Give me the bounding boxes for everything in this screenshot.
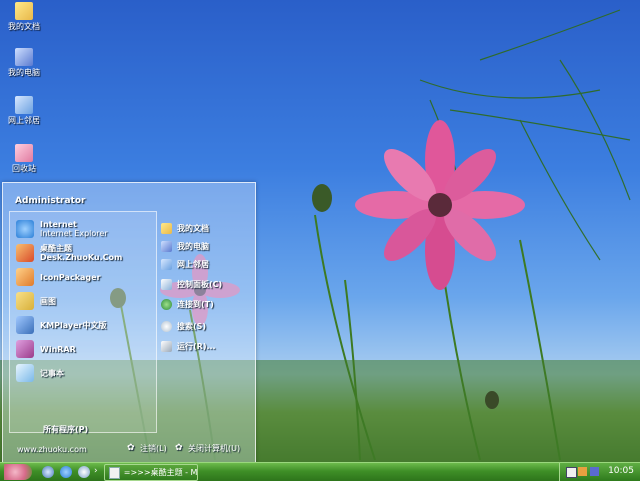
run-icon bbox=[161, 340, 172, 352]
place-control-panel[interactable]: 控制面板(C) bbox=[161, 277, 222, 291]
program-winrar[interactable]: WinRAR bbox=[16, 338, 154, 360]
taskbar: › =>>>桌酷主题 - Mi... 10:05 bbox=[0, 462, 640, 481]
network-icon bbox=[15, 96, 33, 114]
desktop-icon-label: 我的文档 bbox=[8, 22, 40, 31]
notepad-icon bbox=[16, 364, 34, 382]
tray-app-icon[interactable] bbox=[566, 467, 577, 478]
control-panel-icon bbox=[161, 278, 172, 290]
pink-flower bbox=[355, 120, 525, 290]
shutdown-label: 关闭计算机(U) bbox=[188, 444, 241, 453]
place-label: 我的电脑 bbox=[177, 241, 209, 251]
place-label: 连接到(T) bbox=[177, 299, 214, 309]
computer-icon bbox=[161, 240, 172, 252]
places-list: 我的文档 我的电脑 网上邻居 控制面板(C) 连接到(T) 搜索(S) 运行(R… bbox=[155, 211, 249, 431]
program-zhuoku-theme[interactable]: 桌酷主题Desk.ZhuoKu.Com bbox=[16, 242, 154, 264]
place-network[interactable]: 网上邻居 bbox=[161, 257, 209, 271]
desktop-icon-network[interactable]: 网上邻居 bbox=[2, 96, 46, 126]
desktop-icon-label: 网上邻居 bbox=[8, 116, 40, 125]
program-subtitle: Internet Explorer bbox=[40, 229, 108, 238]
desktop-icon-my-documents[interactable]: 我的文档 bbox=[2, 2, 46, 32]
documents-folder-icon bbox=[161, 222, 172, 234]
desktop-icon-my-computer[interactable]: 我的电脑 bbox=[2, 48, 46, 78]
desktop-icon-recycle-bin[interactable]: 回收站 bbox=[2, 144, 46, 174]
winrar-icon bbox=[16, 340, 34, 358]
clock: 10:05 bbox=[608, 466, 634, 476]
start-menu-footer: www.zhuoku.com ✿ 注销(L) ✿ 关闭计算机(U) bbox=[3, 435, 255, 463]
desktop-icon-label: 回收站 bbox=[12, 164, 36, 173]
paint-icon bbox=[16, 292, 34, 310]
program-iconpackager[interactable]: IconPackager bbox=[16, 266, 154, 288]
tray-volume-icon[interactable] bbox=[578, 467, 587, 476]
power-icon: ✿ bbox=[175, 443, 183, 453]
documents-folder-icon bbox=[15, 2, 33, 20]
place-my-documents[interactable]: 我的文档 bbox=[161, 221, 209, 235]
place-label: 运行(R)... bbox=[177, 341, 216, 351]
kmplayer-icon bbox=[16, 316, 34, 334]
network-icon bbox=[161, 258, 172, 270]
taskbar-window-button[interactable]: =>>>桌酷主题 - Mi... bbox=[104, 464, 198, 481]
program-title: Internet bbox=[40, 220, 77, 229]
all-programs-button[interactable]: 所有程序(P) bbox=[43, 424, 88, 435]
place-connect-to[interactable]: 连接到(T) bbox=[161, 297, 214, 311]
recycle-bin-icon bbox=[15, 144, 33, 162]
logoff-label: 注销(L) bbox=[140, 444, 167, 453]
system-tray: 10:05 bbox=[559, 463, 640, 481]
theme-app-icon bbox=[16, 244, 34, 262]
window-icon bbox=[109, 466, 120, 479]
program-title: KMPlayer中文版 bbox=[40, 320, 107, 330]
all-programs-label: 所有程序(P) bbox=[43, 425, 89, 434]
program-title: 桌酷主题Desk.ZhuoKu.Com bbox=[40, 244, 123, 262]
program-title: 记事本 bbox=[40, 368, 64, 378]
site-url: www.zhuoku.com bbox=[17, 445, 87, 454]
flower-bud bbox=[312, 184, 332, 212]
place-label: 搜索(S) bbox=[177, 321, 207, 331]
media-player-icon[interactable] bbox=[78, 466, 90, 478]
connect-icon bbox=[161, 298, 172, 310]
computer-icon bbox=[15, 48, 33, 66]
start-button[interactable] bbox=[4, 464, 32, 480]
program-internet-explorer[interactable]: Internet Internet Explorer bbox=[16, 218, 154, 240]
show-desktop-icon[interactable] bbox=[42, 466, 54, 478]
logoff-icon: ✿ bbox=[127, 443, 135, 453]
internet-explorer-icon[interactable] bbox=[60, 466, 72, 478]
logoff-button[interactable]: ✿ 注销(L) bbox=[127, 443, 167, 454]
quick-launch-chevron-icon[interactable]: › bbox=[94, 466, 98, 476]
program-paint[interactable]: 画图 bbox=[16, 290, 154, 312]
place-run[interactable]: 运行(R)... bbox=[161, 339, 216, 353]
program-notepad[interactable]: 记事本 bbox=[16, 362, 154, 384]
place-label: 我的文档 bbox=[177, 223, 209, 233]
program-title: IconPackager bbox=[40, 272, 101, 282]
user-name: Administrator bbox=[15, 196, 86, 206]
desktop-icon-label: 我的电脑 bbox=[8, 68, 40, 77]
start-menu: Administrator Internet Internet Explorer … bbox=[2, 182, 256, 464]
flower-bud bbox=[485, 391, 499, 409]
place-label: 网上邻居 bbox=[177, 259, 209, 269]
program-kmplayer[interactable]: KMPlayer中文版 bbox=[16, 314, 154, 336]
iconpackager-icon bbox=[16, 268, 34, 286]
foliage bbox=[419, 9, 631, 261]
internet-explorer-icon bbox=[16, 220, 34, 238]
place-my-computer[interactable]: 我的电脑 bbox=[161, 239, 209, 253]
shutdown-button[interactable]: ✿ 关闭计算机(U) bbox=[175, 443, 240, 454]
search-icon bbox=[161, 320, 172, 332]
place-search[interactable]: 搜索(S) bbox=[161, 319, 206, 333]
pinned-programs: Internet Internet Explorer 桌酷主题Desk.ZhuoK… bbox=[9, 211, 157, 433]
taskbar-window-label: =>>>桌酷主题 - Mi... bbox=[123, 468, 197, 477]
tray-network-icon[interactable] bbox=[590, 467, 599, 476]
program-title: 画图 bbox=[40, 296, 56, 306]
place-label: 控制面板(C) bbox=[177, 279, 223, 289]
program-title: WinRAR bbox=[40, 344, 76, 354]
